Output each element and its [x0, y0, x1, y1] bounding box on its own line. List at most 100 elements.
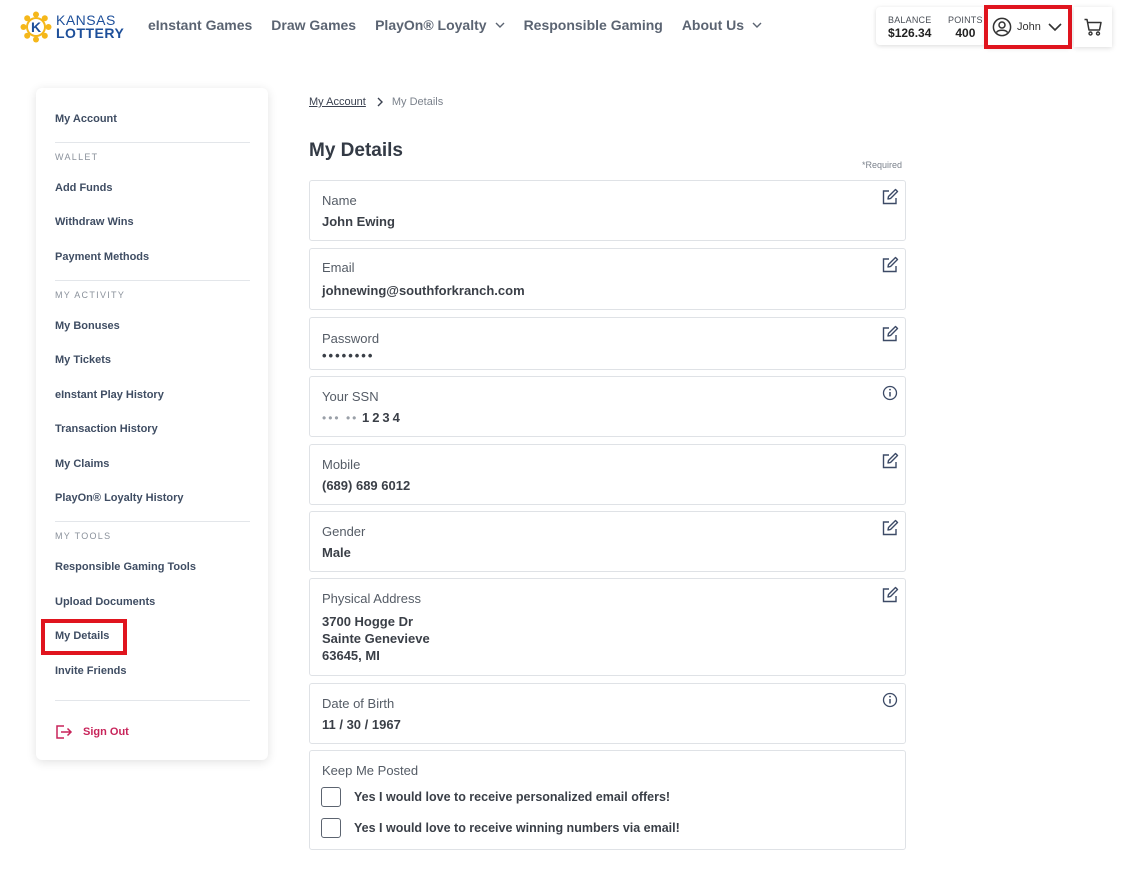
sidebar-section-my-tools: MY TOOLS	[55, 531, 112, 541]
cart-icon	[1084, 18, 1102, 36]
balance-value: $126.34	[888, 26, 932, 40]
cart-button[interactable]	[1074, 7, 1112, 47]
field-card-name: Name John Ewing	[309, 180, 906, 241]
sidebar-item-my-claims[interactable]: My Claims	[55, 458, 109, 470]
email-offers-label: Yes I would love to receive personalized…	[354, 790, 671, 804]
name-label: Name	[322, 193, 357, 208]
nav-playon-loyalty[interactable]: PlayOn® Loyalty	[375, 17, 505, 33]
address-line1: 3700 Hogge Dr	[322, 614, 414, 629]
sidebar-divider	[55, 142, 250, 143]
nav-draw-games[interactable]: Draw Games	[271, 17, 356, 33]
field-card-keep-me-posted: Keep Me Posted Yes I would love to recei…	[309, 750, 906, 850]
sidebar-divider	[55, 700, 250, 701]
info-icon[interactable]	[881, 691, 899, 709]
address-line3: 63645, MI	[322, 648, 380, 663]
field-card-date-of-birth: Date of Birth 11 / 30 / 1967	[309, 683, 906, 744]
field-card-password: Password ••••••••	[309, 317, 906, 370]
breadcrumb: My Account My Details	[309, 96, 443, 108]
breadcrumb-my-account[interactable]: My Account	[309, 96, 366, 108]
ssn-label: Your SSN	[322, 389, 379, 404]
address-line2: Sainte Genevieve	[322, 631, 430, 646]
ssn-last4: 1234	[361, 410, 403, 425]
chevron-right-icon	[377, 97, 383, 107]
sidebar-section-wallet: WALLET	[55, 152, 99, 162]
points-display: POINTS 400	[948, 15, 983, 40]
nav-label: Responsible Gaming	[523, 17, 663, 33]
password-masked-value: ••••••••	[322, 348, 375, 363]
user-circle-icon	[992, 17, 1012, 37]
email-label: Email	[322, 260, 355, 275]
sidebar-item-einstant-play-history[interactable]: eInstant Play History	[55, 389, 164, 401]
edit-icon[interactable]	[881, 256, 899, 274]
field-card-ssn: Your SSN ••• •• 1234	[309, 376, 906, 437]
user-name: John	[1017, 21, 1041, 33]
field-card-email: Email johnewing@southforkranch.com	[309, 248, 906, 310]
name-value: John Ewing	[322, 214, 395, 229]
svg-text:K: K	[31, 19, 41, 35]
edit-icon[interactable]	[881, 188, 899, 206]
edit-icon[interactable]	[881, 325, 899, 343]
sidebar-item-invite-friends[interactable]: Invite Friends	[55, 665, 127, 677]
email-offers-checkbox[interactable]	[321, 787, 341, 807]
field-card-mobile: Mobile (689) 689 6012	[309, 444, 906, 505]
field-card-physical-address: Physical Address 3700 Hogge Dr Sainte Ge…	[309, 578, 906, 676]
sign-out-label: Sign Out	[83, 726, 129, 738]
user-menu-button[interactable]: John	[986, 7, 1070, 47]
sidebar-item-my-bonuses[interactable]: My Bonuses	[55, 320, 120, 332]
kansas-lottery-logo[interactable]: K KANSAS LOTTERY	[20, 10, 130, 44]
nav-einstant-games[interactable]: eInstant Games	[148, 17, 252, 33]
sidebar-divider	[55, 280, 250, 281]
winning-numbers-checkbox-row[interactable]: Yes I would love to receive winning numb…	[321, 818, 680, 838]
chevron-down-icon	[1048, 23, 1062, 32]
page-title: My Details	[309, 140, 403, 161]
password-label: Password	[322, 331, 380, 346]
required-note: *Required	[862, 160, 903, 170]
edit-icon[interactable]	[881, 519, 899, 537]
gender-label: Gender	[322, 524, 366, 539]
breadcrumb-current: My Details	[391, 96, 444, 108]
points-value: 400	[955, 26, 976, 40]
mobile-value: (689) 689 6012	[322, 478, 411, 493]
top-header: K KANSAS LOTTERY eInstant Games Draw Gam…	[0, 0, 1134, 56]
sign-out-icon	[56, 725, 73, 739]
keep-posted-label: Keep Me Posted	[322, 763, 419, 778]
nav-about-us[interactable]: About Us	[682, 17, 762, 33]
balance-points-box[interactable]: BALANCE $126.34 POINTS 400	[876, 7, 986, 45]
sidebar-divider	[55, 521, 250, 522]
balance-display: BALANCE $126.34	[888, 15, 931, 40]
chevron-down-icon	[752, 22, 762, 28]
nav-label: Draw Games	[271, 17, 357, 33]
ssn-value: ••• •• 1234	[322, 410, 403, 425]
winning-numbers-label: Yes I would love to receive winning numb…	[354, 821, 680, 835]
email-offers-checkbox-row[interactable]: Yes I would love to receive personalized…	[321, 787, 670, 807]
edit-icon[interactable]	[881, 586, 899, 604]
sidebar-item-payment-methods[interactable]: Payment Methods	[55, 251, 149, 263]
sidebar-my-account[interactable]: My Account	[55, 113, 117, 125]
gender-value: Male	[322, 545, 351, 560]
dob-value: 11 / 30 / 1967	[322, 717, 401, 732]
sidebar-item-my-details[interactable]: My Details	[55, 630, 109, 642]
sidebar-item-transaction-history[interactable]: Transaction History	[55, 423, 158, 435]
logo-lottery-text: LOTTERY	[56, 25, 125, 41]
nav-responsible-gaming[interactable]: Responsible Gaming	[524, 17, 663, 33]
lottery-star-icon: K	[20, 11, 52, 43]
sidebar-item-withdraw-wins[interactable]: Withdraw Wins	[55, 216, 134, 228]
points-label: POINTS	[948, 15, 983, 25]
ssn-masked: ••• ••	[322, 411, 359, 425]
sidebar-item-playon-loyalty-history[interactable]: PlayOn® Loyalty History	[55, 492, 184, 504]
sidebar-item-add-funds[interactable]: Add Funds	[55, 182, 112, 194]
nav-label: PlayOn® Loyalty	[375, 17, 487, 33]
address-value: 3700 Hogge Dr Sainte Genevieve 63645, MI	[322, 613, 430, 664]
sidebar-item-my-tickets[interactable]: My Tickets	[55, 354, 111, 366]
edit-icon[interactable]	[881, 452, 899, 470]
info-icon[interactable]	[881, 384, 899, 402]
account-sidebar: My Account WALLET Add Funds Withdraw Win…	[36, 88, 268, 760]
email-value: johnewing@southforkranch.com	[322, 283, 525, 298]
nav-label: eInstant Games	[148, 17, 253, 33]
sidebar-item-upload-documents[interactable]: Upload Documents	[55, 596, 155, 608]
sign-out-button[interactable]: Sign Out	[55, 724, 129, 740]
sidebar-item-responsible-gaming-tools[interactable]: Responsible Gaming Tools	[55, 561, 196, 573]
dob-label: Date of Birth	[322, 696, 395, 711]
main-nav: eInstant Games Draw Games PlayOn® Loyalt…	[148, 17, 781, 33]
winning-numbers-checkbox[interactable]	[321, 818, 341, 838]
